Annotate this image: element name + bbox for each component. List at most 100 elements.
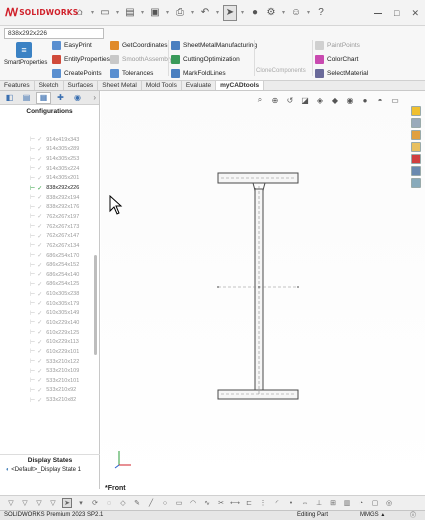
status-info-icon[interactable]: ⓘ [410,512,416,520]
configuration-item[interactable]: ⊢ ✓ 762x267x147 [0,231,92,241]
chevron-down-icon[interactable]: ▾ [214,5,221,21]
configuration-item[interactable]: ⊢ ✓ 838x292x226 [0,183,92,193]
configuration-item[interactable]: ⊢ ✓ 533x210x101 [0,376,92,386]
measure-icon[interactable]: ⇔ [300,498,310,508]
rectangle-icon[interactable]: ▭ [174,498,184,508]
fillet-icon[interactable]: ◜ [272,498,282,508]
offset-icon[interactable]: ⊏ [244,498,254,508]
mark-fold-lines-button[interactable]: MarkFoldLines [171,68,257,79]
chevron-down-icon[interactable]: ▾ [239,5,246,21]
chevron-down-icon[interactable]: ▾ [139,5,146,21]
tab-sketch[interactable]: Sketch [35,81,64,90]
home-icon[interactable]: ⌂ [73,5,87,21]
gear-icon[interactable]: ⚙ [264,5,278,21]
create-points-button[interactable]: CreatePoints [52,68,110,79]
tab-features[interactable]: Features [0,81,35,90]
get-coordinates-button[interactable]: GetCoordinates [110,40,173,51]
lasso-icon[interactable]: ◌ [104,498,114,508]
configuration-item[interactable]: ⊢ ✓ 914x305x289 [0,145,92,155]
chevron-right-icon[interactable]: › [93,93,96,102]
sketch-icon[interactable]: ✎ [132,498,142,508]
dimxpert-tab-icon[interactable]: ✚ [53,92,68,104]
configuration-item[interactable]: ⊢ ✓ 762x267x197 [0,212,92,222]
configuration-item[interactable]: ⊢ ✓ 610x229x113 [0,337,92,347]
hole-wizard-icon[interactable]: ◎ [384,498,394,508]
configuration-item[interactable]: ⊢ ✓ 838x292x176 [0,202,92,212]
maximize-button[interactable]: □ [394,8,399,19]
smart-dimension-icon[interactable]: ◇ [118,498,128,508]
configuration-item[interactable]: ⊢ ✓ 762x267x173 [0,222,92,232]
chevron-down-icon[interactable]: ▾ [114,5,121,21]
point-icon[interactable]: • [286,498,296,508]
smart-properties-button[interactable]: ≡ SmartProperties [4,42,47,66]
display-state-item[interactable]: ◐ <Default>_Display State 1 [6,467,81,473]
help-icon[interactable]: ? [314,5,328,21]
easyprint-button[interactable]: EasyPrint [52,40,110,51]
tab-evaluate[interactable]: Evaluate [182,81,217,90]
chevron-down-icon[interactable]: ▾ [189,5,196,21]
configuration-item[interactable]: ⊢ ✓ 914x305x224 [0,164,92,174]
new-document-icon[interactable]: ▭ [98,5,112,21]
home-task-icon[interactable] [411,106,421,116]
close-button[interactable]: ✕ [411,8,419,19]
filter-icon[interactable]: ▽ [6,498,16,508]
undo-icon[interactable]: ↶ [198,5,212,21]
mirror-icon[interactable]: ⟷ [230,498,240,508]
configuration-item[interactable]: ⊢ ✓ 610x305x179 [0,299,92,309]
configuration-item[interactable]: ⊢ ✓ 762x267x134 [0,241,92,251]
filter-edges-icon[interactable]: ▽ [34,498,44,508]
appearances-icon[interactable] [411,154,421,164]
solidworks-forum-icon[interactable] [411,178,421,188]
tolerances-button[interactable]: Tolerances [110,68,173,79]
chevron-down-icon[interactable]: ▾ [76,498,86,508]
rebuild-icon[interactable]: ⟳ [90,498,100,508]
relations-icon[interactable]: ⊥ [314,498,324,508]
open-folder-icon[interactable]: ▤ [123,5,137,21]
configuration-item[interactable]: ⊢ ✓ 610x229x140 [0,318,92,328]
print-icon[interactable]: ⎙ [173,5,187,21]
smooth-assembly-button[interactable]: SmoothAssembly [110,54,173,65]
configuration-item[interactable]: ⊢ ✓ 686x254x140 [0,270,92,280]
chevron-down-icon[interactable]: ▾ [89,5,96,21]
tab-mycadtools[interactable]: myCADtools [216,81,265,90]
scrollbar-thumb[interactable] [94,255,97,355]
tab-sheet-metal[interactable]: Sheet Metal [98,81,142,90]
configuration-manager-tab-icon[interactable]: ▦ [36,91,51,104]
configuration-name-field[interactable]: 838x292x226 [4,28,104,39]
trim-icon[interactable]: ✂ [216,498,226,508]
configuration-item[interactable]: ⊢ ✓ 610x229x125 [0,328,92,338]
chevron-down-icon[interactable]: ▾ [280,5,287,21]
spline-icon[interactable]: ∿ [202,498,212,508]
configuration-item[interactable]: ⊢ ✓ 686x254x125 [0,280,92,290]
revolve-icon[interactable]: ◔ [356,498,366,508]
circle-icon[interactable]: ○ [160,498,170,508]
resources-icon[interactable] [411,118,421,128]
filter-faces-icon[interactable]: ▽ [20,498,30,508]
solidworks-logo[interactable]: ꟿ SOLIDWORKS › [5,6,83,19]
filter-vertices-icon[interactable]: ▽ [48,498,58,508]
units-selector[interactable]: MMGS ▲ [360,511,385,520]
configuration-item[interactable]: ⊢ ✓ 610x305x238 [0,289,92,299]
tab-surfaces[interactable]: Surfaces [64,81,99,90]
file-explorer-icon[interactable] [411,142,421,152]
cutting-optimization-button[interactable]: CuttingOptimization [171,54,257,65]
configuration-item[interactable]: ⊢ ✓ 686x254x152 [0,260,92,270]
i-beam-drawing[interactable] [101,91,425,489]
entity-properties-button[interactable]: EntityProperties [52,54,110,65]
configuration-item[interactable]: ⊢ ✓ 533x210x122 [0,357,92,367]
display-manager-tab-icon[interactable]: ◉ [70,92,85,104]
select-arrow-icon[interactable]: ➤ [62,498,72,508]
user-icon[interactable]: ☺ [289,5,303,21]
chevron-down-icon[interactable]: ▾ [164,5,171,21]
configuration-item[interactable]: ⊢ ✓ 914x419x343 [0,135,92,145]
shell-icon[interactable]: ▢ [370,498,380,508]
traffic-light-icon[interactable]: ● [248,5,262,21]
sheet-metal-manufacturing-button[interactable]: SheetMetalManufacturing [171,40,257,51]
paint-points-button[interactable]: PaintPoints [315,40,368,51]
configuration-item[interactable]: ⊢ ✓ 686x254x170 [0,251,92,261]
configuration-item[interactable]: ⊢ ✓ 610x229x101 [0,347,92,357]
pattern-icon[interactable]: ⋮ [258,498,268,508]
design-library-icon[interactable] [411,130,421,140]
color-chart-button[interactable]: ColorChart [315,54,368,65]
graphics-area[interactable]: ⌕ ⊕ ↺ ◪ ◈ ◆ ◉ ● ◓ ▭ [101,91,425,489]
